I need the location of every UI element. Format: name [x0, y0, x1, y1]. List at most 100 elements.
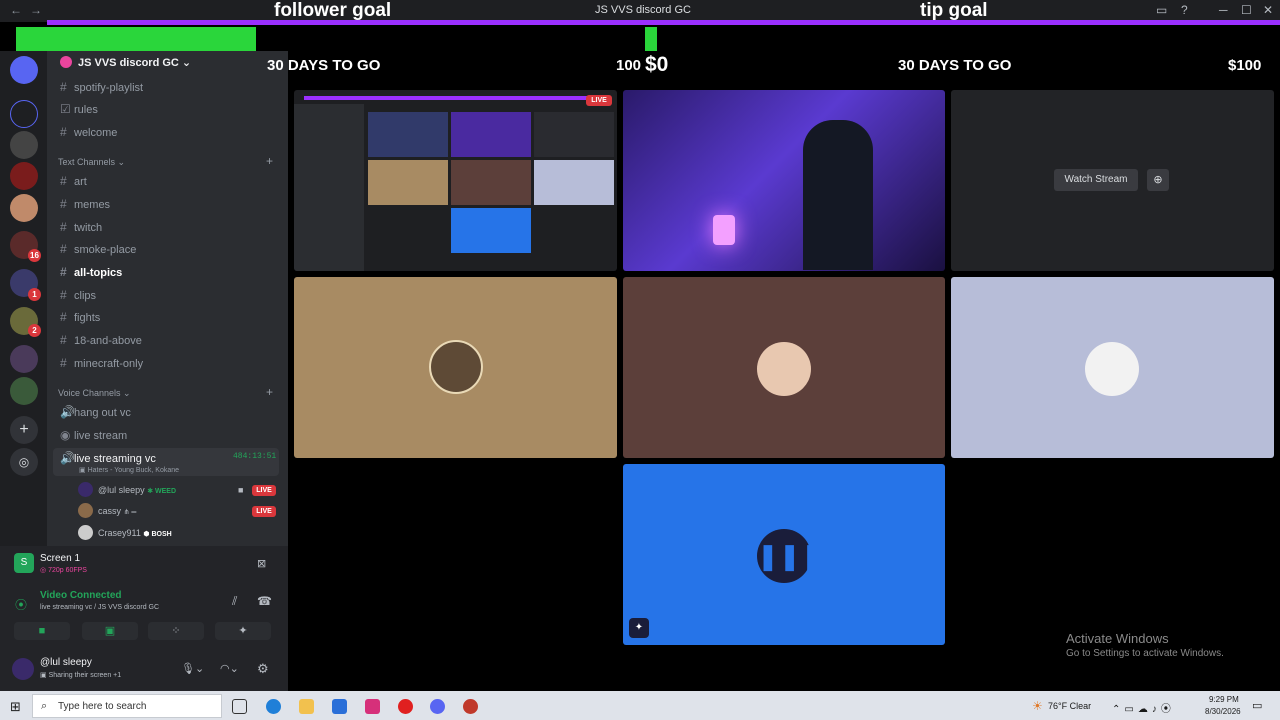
channel-all-topics[interactable]: # all-topics — [60, 265, 122, 279]
inbox-icon[interactable]: ▭ — [1156, 3, 1167, 17]
popout-icon[interactable]: ⊕ — [1147, 169, 1169, 191]
channel-18-and-above[interactable]: #18-and-above — [60, 333, 142, 347]
voice-hang-out-vc[interactable]: 🔊hang out vc — [60, 405, 131, 419]
clock-date[interactable]: 8/30/2026 — [1205, 707, 1241, 716]
channel-rules[interactable]: ☑ rules — [60, 102, 98, 116]
participant-tile[interactable] — [294, 277, 617, 458]
participant-tile[interactable] — [951, 277, 1274, 458]
activation-title: Activate Windows — [1066, 631, 1169, 646]
activities-button[interactable]: ⁘ — [148, 622, 204, 640]
stream-preview-sidebar — [294, 104, 364, 271]
server-icon[interactable] — [10, 162, 38, 190]
camera-lamp — [713, 215, 735, 245]
microphone-icon[interactable]: 🎙⌄ — [181, 662, 204, 675]
user-avatar[interactable] — [12, 658, 34, 680]
channel-twitch[interactable]: # twitch — [60, 220, 102, 234]
headphones-icon[interactable]: ◠⌄ — [220, 662, 239, 675]
notification-badge: 2 — [28, 324, 41, 337]
help-icon[interactable]: ? — [1181, 3, 1188, 17]
server-name[interactable]: JS VVS discord GC ⌄ — [78, 56, 191, 69]
tip-goal-title: tip goal — [920, 0, 988, 21]
user-name[interactable]: @lul sleepy — [40, 657, 92, 668]
channel-welcome[interactable]: # welcome — [60, 125, 117, 139]
channel-smoke-place[interactable]: # smoke-place — [60, 242, 136, 256]
channel-clips[interactable]: # clips — [60, 288, 96, 302]
windows-start-icon[interactable]: ⊞ — [10, 699, 21, 715]
live-badge: LIVE — [252, 506, 276, 517]
screen-share-quality: ◎ 720p 60FPS — [40, 567, 87, 574]
goal-divider-bar — [47, 20, 1280, 25]
live-badge: LIVE — [252, 485, 276, 496]
taskbar-search-input[interactable]: ⌕ Type here to search — [32, 694, 222, 718]
back-arrow-icon[interactable]: ← — [10, 3, 22, 17]
store-icon[interactable] — [332, 699, 347, 714]
notification-icon[interactable]: ▭ — [1252, 699, 1262, 712]
soundboard-icon: ✦ — [629, 618, 649, 638]
channel-art[interactable]: # art — [60, 174, 87, 188]
instagram-icon[interactable] — [365, 699, 380, 714]
connection-detail[interactable]: live streaming vc / JS VVS discord GC — [40, 604, 159, 611]
server-icon[interactable] — [10, 194, 38, 222]
channel-memes[interactable]: # memes — [60, 197, 110, 211]
screen-share-button[interactable]: ▣ — [82, 622, 138, 640]
edge-icon[interactable] — [266, 699, 281, 714]
stream-tile-hidden[interactable]: Watch Stream ⊕ — [951, 90, 1274, 271]
weather-text[interactable]: 76°F Clear — [1048, 701, 1091, 711]
watch-stream-button[interactable]: Watch Stream — [1054, 169, 1138, 191]
task-view-icon[interactable] — [232, 699, 247, 714]
stream-preview-tile — [451, 112, 531, 157]
voice-live-stream[interactable]: ◉ live stream — [60, 428, 127, 442]
home-icon[interactable] — [10, 56, 38, 84]
soundboard-button[interactable]: ✦ — [215, 622, 271, 640]
discord-icon[interactable] — [430, 699, 445, 714]
server-icon[interactable] — [10, 345, 38, 373]
forward-arrow-icon[interactable]: → — [30, 3, 42, 17]
settings-gear-icon[interactable]: ⚙ — [257, 661, 269, 677]
add-server-icon[interactable]: + — [10, 416, 38, 444]
tray-icons[interactable]: ⌃▭☁♪⦿ — [1112, 700, 1175, 715]
text-channels-category[interactable]: Text Channels ⌄ — [58, 157, 125, 168]
voice-user[interactable]: cassy ⋔ ═ — [98, 506, 136, 516]
maximize-icon[interactable]: ☐ — [1241, 3, 1252, 17]
server-icon[interactable] — [10, 377, 38, 405]
connection-status[interactable]: Video Connected — [40, 590, 122, 601]
add-channel-icon[interactable]: + — [266, 154, 273, 168]
participant-tile[interactable]: ❚❚❚ ✦ — [623, 464, 945, 645]
camera-tile[interactable] — [623, 90, 945, 271]
noise-suppression-icon[interactable]: ⫽ — [232, 594, 237, 609]
voice-live-streaming-vc[interactable]: 🔊live streaming vc — [60, 451, 156, 465]
follower-goal-fill — [16, 27, 256, 51]
screen-share-icon: S — [14, 553, 34, 573]
stop-share-icon[interactable]: ⊠ — [257, 557, 266, 570]
youtube-icon[interactable] — [398, 699, 413, 714]
server-icon[interactable] — [10, 131, 38, 159]
channel-minecraft-only[interactable]: # minecraft-only — [60, 356, 143, 370]
voice-channels-category[interactable]: Voice Channels ⌄ — [58, 388, 131, 399]
discover-icon[interactable]: ◎ — [10, 448, 38, 476]
folder-icon[interactable] — [10, 100, 38, 128]
stream-preview-tile — [534, 112, 614, 157]
minimize-icon[interactable]: ─ — [1219, 3, 1228, 17]
screen-share-title: Screen 1 — [40, 553, 81, 564]
stream-tile-screen[interactable]: LIVE — [294, 90, 617, 271]
avatar[interactable] — [78, 482, 93, 497]
add-channel-icon[interactable]: + — [266, 385, 273, 399]
voice-user[interactable]: @lul sleepy ✱ WEED — [98, 485, 176, 495]
avatar[interactable] — [78, 503, 93, 518]
voice-user[interactable]: Crasey911 ⬢ BOSH — [98, 528, 172, 538]
file-explorer-icon[interactable] — [299, 699, 314, 714]
disconnect-icon[interactable]: ☎ — [257, 594, 272, 608]
participant-tile[interactable] — [623, 277, 945, 458]
stream-preview-tile — [368, 160, 448, 205]
channel-fights[interactable]: # fights — [60, 310, 100, 324]
server-banner-icon — [60, 56, 72, 68]
channel-spotify-playlist[interactable]: # spotify-playlist — [60, 80, 143, 94]
app-icon[interactable] — [463, 699, 478, 714]
camera-button[interactable]: ■ — [14, 622, 70, 640]
window-title: JS VVS discord GC — [595, 4, 691, 16]
follower-goal-target: 100 — [616, 57, 642, 74]
clock-time[interactable]: 9:29 PM — [1209, 695, 1239, 704]
close-icon[interactable]: ✕ — [1263, 3, 1273, 17]
tip-current: $0 — [645, 53, 669, 76]
avatar[interactable] — [78, 525, 93, 540]
